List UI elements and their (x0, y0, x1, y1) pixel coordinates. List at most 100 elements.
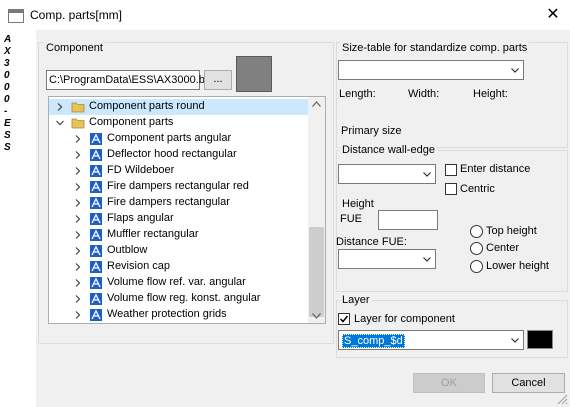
tree-item[interactable]: Volume flow reg. konst. angular (49, 291, 308, 307)
chevron-right-icon[interactable] (73, 134, 83, 144)
center-label[interactable]: Center (486, 242, 519, 254)
tree-item-label: FD Wildeboer (107, 164, 175, 176)
part-icon (90, 261, 102, 273)
part-icon (90, 165, 102, 177)
size-table-group-label: Size-table for standardize comp. parts (340, 42, 530, 54)
component-tree[interactable]: Component parts round Component parts Comp… (48, 96, 326, 324)
cancel-button[interactable]: Cancel (492, 373, 565, 393)
chevron-right-icon[interactable] (73, 214, 83, 224)
tree-scroll-thumb[interactable] (309, 227, 324, 317)
center-radio[interactable] (470, 242, 483, 255)
layer-combo-value: S_comp_$d (342, 334, 405, 348)
enter-distance-checkbox[interactable] (445, 164, 457, 176)
chevron-right-icon[interactable] (55, 102, 65, 112)
window-title: Comp. parts[mm] (30, 8, 123, 22)
part-icon (90, 229, 102, 241)
centric-checkbox[interactable] (445, 183, 457, 195)
tree-item[interactable]: Deflector hood rectangular (49, 147, 308, 163)
layer-combo[interactable]: S_comp_$d (338, 330, 524, 350)
side-vertical-text: AX3000 - ESS (4, 34, 12, 153)
tree-item-label: Weather protection grids (107, 308, 227, 320)
checkmark-icon (339, 315, 349, 323)
chevron-right-icon[interactable] (73, 150, 83, 160)
part-icon (90, 181, 102, 193)
side-strip: AX3000 - ESS (0, 30, 36, 407)
tree-item[interactable]: Weather protection grids (49, 307, 308, 323)
chevron-right-icon[interactable] (73, 182, 83, 192)
scroll-up-icon[interactable] (312, 101, 321, 107)
tree-item[interactable]: FD Wildeboer (49, 163, 308, 179)
chevron-right-icon[interactable] (73, 198, 83, 208)
height-label: Height: (473, 88, 508, 100)
dialog-window: Comp. parts[mm] ✕ AX3000 - ESS Component… (0, 0, 570, 407)
tree-item[interactable]: Component parts (49, 115, 308, 131)
enter-distance-label[interactable]: Enter distance (460, 163, 530, 175)
chevron-down-icon (511, 68, 519, 73)
tree-scrollbar[interactable] (308, 97, 325, 323)
part-icon (90, 149, 102, 161)
layer-checkbox-label[interactable]: Layer for component (354, 313, 455, 325)
component-group-label: Component (44, 42, 105, 54)
tree-item[interactable]: Muffler rectangular (49, 227, 308, 243)
ok-button[interactable]: OK (413, 373, 485, 393)
part-icon (90, 245, 102, 257)
tree-item[interactable]: Component parts round (49, 99, 308, 115)
tree-item-label: Muffler rectangular (107, 228, 199, 240)
lower-height-label[interactable]: Lower height (486, 260, 549, 272)
top-height-radio[interactable] (470, 225, 483, 238)
chevron-right-icon[interactable] (73, 310, 83, 320)
tree-item-label: Deflector hood rectangular (107, 148, 237, 160)
tree-item-label: Outblow (107, 244, 148, 256)
size-table-combo[interactable] (338, 60, 524, 80)
part-icon (90, 309, 102, 321)
scroll-down-icon[interactable] (312, 313, 321, 319)
browse-button[interactable]: ... (204, 70, 232, 90)
lower-height-radio[interactable] (470, 260, 483, 273)
chevron-down-icon (511, 338, 519, 343)
tree-item-label: Component parts round (89, 100, 205, 112)
resize-grip-icon[interactable] (556, 393, 568, 405)
distance-fue-label: Distance FUE: (336, 236, 407, 248)
part-icon (90, 277, 102, 289)
tree-item[interactable]: Volume flow ref. var. angular (49, 275, 308, 291)
component-preview (236, 56, 272, 92)
folder-icon (71, 102, 85, 113)
chevron-right-icon[interactable] (73, 166, 83, 176)
tree-item[interactable]: Fire dampers rectangular red (49, 179, 308, 195)
distance-fue-combo[interactable] (338, 249, 436, 269)
layer-color-swatch[interactable] (527, 330, 553, 349)
tree-item-label: Flaps angular (107, 212, 174, 224)
chevron-right-icon[interactable] (73, 278, 83, 288)
chevron-right-icon[interactable] (73, 246, 83, 256)
title-bar: Comp. parts[mm] ✕ (0, 0, 570, 30)
distance-combo[interactable] (338, 164, 436, 184)
height-group-label: Height (340, 198, 376, 210)
tree-item[interactable]: Fire dampers rectangular (49, 195, 308, 211)
tree-item-label: Volume flow ref. var. angular (107, 276, 246, 288)
length-label: Length: (339, 88, 376, 100)
app-icon (8, 9, 24, 23)
layer-checkbox[interactable] (338, 313, 350, 325)
tree-item[interactable]: Component parts angular (49, 131, 308, 147)
tree-item[interactable]: Flaps angular (49, 211, 308, 227)
tree-item-label: Fire dampers rectangular red (107, 180, 249, 192)
tree-item[interactable]: Revision cap (49, 259, 308, 275)
tree-item-label: Fire dampers rectangular (107, 196, 230, 208)
chevron-right-icon[interactable] (73, 294, 83, 304)
component-path-value: C:\ProgramData\ESS\AX3000.b (49, 74, 205, 86)
top-height-label[interactable]: Top height (486, 225, 537, 237)
tree-item-label: Revision cap (107, 260, 170, 272)
chevron-right-icon[interactable] (73, 230, 83, 240)
tree-item-label: Component parts (89, 116, 174, 128)
primary-size-label: Primary size (341, 125, 402, 137)
centric-label[interactable]: Centric (460, 183, 495, 195)
close-button[interactable]: ✕ (540, 5, 566, 25)
component-path-field[interactable]: C:\ProgramData\ESS\AX3000.b (46, 70, 205, 90)
chevron-right-icon[interactable] (73, 262, 83, 272)
tree-item-label: Volume flow reg. konst. angular (107, 292, 261, 304)
tree-item[interactable]: Outblow (49, 243, 308, 259)
part-icon (90, 293, 102, 305)
fue-input[interactable] (378, 210, 438, 230)
width-label: Width: (408, 88, 440, 100)
chevron-down-icon[interactable] (55, 118, 65, 128)
